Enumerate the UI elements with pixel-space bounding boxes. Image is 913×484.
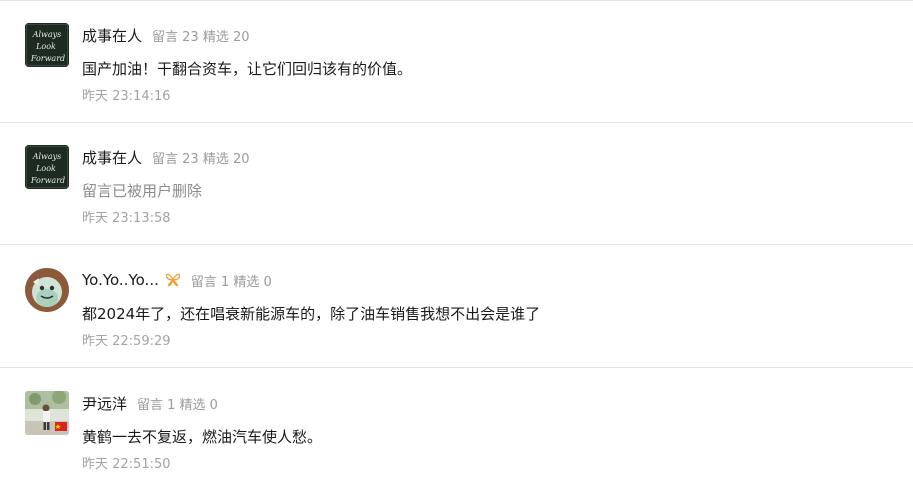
comment-header: Yo.Yo..Yo... 留言 1 精选 0 [82, 270, 272, 290]
user-stats: 留言 1 精选 0 [190, 274, 272, 290]
comment-header: 尹远洋 留言 1 精选 0 [82, 393, 218, 413]
svg-text:Look: Look [35, 42, 56, 51]
comment-content: 黄鹤一去不复返，燃油汽车使人愁。 [82, 428, 323, 446]
butterfly-icon [165, 273, 181, 287]
comment-item: Always Look Forward 成事在人 留言 23 精选 20 留言已… [0, 123, 913, 245]
nickname[interactable]: 成事在人 [82, 147, 142, 168]
comment-item: Yo.Yo..Yo... 留言 1 精选 0 都2024年了，还在唱衰新能源车的… [0, 246, 913, 368]
chalkboard-avatar-icon: Always Look Forward [25, 23, 69, 67]
comment-time: 昨天 22:59:29 [82, 334, 171, 349]
comment-header: 成事在人 留言 23 精选 20 [82, 25, 250, 45]
svg-text:Forward: Forward [30, 54, 65, 63]
nickname[interactable]: 成事在人 [82, 25, 142, 46]
svg-text:Always: Always [32, 30, 62, 39]
deleted-comment-content: 留言已被用户删除 [82, 182, 203, 200]
svg-text:Look: Look [35, 164, 56, 173]
nickname[interactable]: 尹远洋 [82, 393, 127, 414]
user-stats: 留言 23 精选 20 [152, 29, 250, 45]
cartoon-avatar-icon [25, 268, 69, 312]
user-stats: 留言 23 精选 20 [152, 151, 250, 167]
avatar[interactable] [25, 268, 69, 312]
svg-text:Always: Always [32, 152, 62, 161]
avatar[interactable] [25, 391, 69, 435]
comment-list: Always Look Forward 成事在人 留言 23 精选 20 国产加… [0, 0, 913, 483]
svg-text:Forward: Forward [30, 176, 65, 185]
comment-item: 尹远洋 留言 1 精选 0 黄鹤一去不复返，燃油汽车使人愁。 昨天 22:51:… [0, 369, 913, 484]
avatar[interactable]: Always Look Forward [25, 23, 69, 67]
chalkboard-avatar-icon: Always Look Forward [25, 145, 69, 189]
comment-time: 昨天 23:14:16 [82, 89, 171, 104]
photo-avatar-icon [25, 391, 69, 435]
comment-header: 成事在人 留言 23 精选 20 [82, 147, 250, 167]
comment-time: 昨天 22:51:50 [82, 457, 171, 472]
comment-item: Always Look Forward 成事在人 留言 23 精选 20 国产加… [0, 1, 913, 123]
comment-content: 国产加油！干翻合资车，让它们回归该有的价值。 [82, 60, 413, 78]
comment-content: 都2024年了，还在唱衰新能源车的，除了油车销售我想不出会是谁了 [82, 305, 541, 323]
comment-time: 昨天 23:13:58 [82, 211, 171, 226]
nickname[interactable]: Yo.Yo..Yo... [82, 271, 159, 289]
user-stats: 留言 1 精选 0 [137, 397, 218, 413]
avatar[interactable]: Always Look Forward [25, 145, 69, 189]
